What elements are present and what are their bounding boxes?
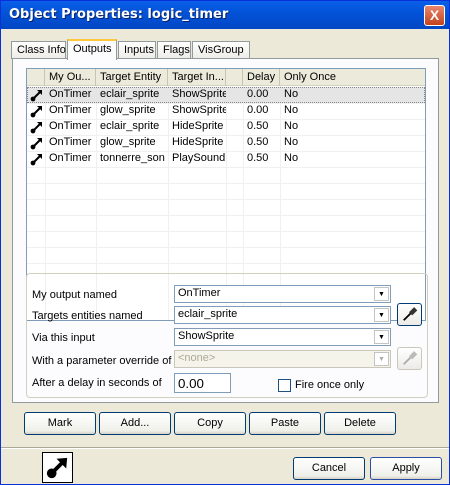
output-value: OnTimer: [178, 287, 221, 299]
outputs-panel: My Ou... Target Entity Target In... Dela…: [12, 58, 439, 403]
row-input: PlaySound: [172, 152, 226, 164]
row-output: OnTimer: [49, 104, 92, 116]
chevron-down-icon[interactable]: ▼: [374, 352, 389, 366]
mark-button[interactable]: Mark: [24, 412, 96, 435]
pick-target-button[interactable]: [397, 303, 422, 326]
header-icon-column: [27, 69, 45, 86]
row-output: OnTimer: [49, 88, 92, 100]
output-combo[interactable]: OnTimer ▼: [174, 285, 391, 303]
row-input: ShowSprite: [172, 88, 226, 100]
header-my-output[interactable]: My Ou...: [45, 69, 96, 86]
row-target: tonnerre_son: [100, 152, 165, 164]
row-output: OnTimer: [49, 120, 92, 132]
input-combo[interactable]: ShowSprite ▼: [174, 328, 391, 346]
properties-window: Object Properties: logic_timer X Class I…: [0, 0, 450, 485]
apply-button[interactable]: Apply: [370, 457, 442, 480]
tab-outputs[interactable]: Outputs: [67, 39, 117, 60]
delay-input[interactable]: [174, 373, 231, 393]
fire-once-label: Fire once only: [295, 379, 365, 391]
row-once: No: [284, 136, 299, 148]
row-delay: 0.00: [247, 88, 269, 100]
cancel-button[interactable]: Cancel: [293, 457, 365, 480]
table-row[interactable]: OnTimer eclair_sprite HideSprite 0.50 No: [27, 119, 425, 135]
header-spacer: [226, 69, 243, 86]
row-once: No: [284, 152, 299, 164]
param-label: With a parameter override of: [32, 355, 172, 367]
param-combo[interactable]: <none> ▼: [174, 350, 391, 368]
row-once: No: [284, 120, 299, 132]
tab-class-info[interactable]: Class Info: [11, 41, 66, 59]
row-delay: 0.00: [247, 104, 269, 116]
output-arrow-icon: [30, 138, 42, 150]
eyedropper-icon: [403, 307, 418, 321]
row-delay: 0.50: [247, 120, 269, 132]
row-delay: 0.50: [247, 136, 269, 148]
row-target: glow_sprite: [100, 104, 156, 116]
delete-button[interactable]: Delete: [324, 412, 396, 435]
tab-flags[interactable]: Flags: [157, 41, 191, 59]
table-row[interactable]: OnTimer eclair_sprite ShowSprite 0.00 No: [27, 87, 425, 103]
row-output: OnTimer: [49, 152, 92, 164]
header-target-entity[interactable]: Target Entity: [96, 69, 168, 86]
window-title: Object Properties: logic_timer: [9, 7, 229, 22]
fire-once-checkbox[interactable]: [278, 379, 291, 392]
pick-param-button[interactable]: [397, 347, 422, 370]
table-row[interactable]: OnTimer tonnerre_son PlaySound 0.50 No: [27, 151, 425, 167]
delay-label: After a delay in seconds of: [32, 377, 162, 389]
close-button[interactable]: X: [424, 5, 445, 26]
chevron-down-icon[interactable]: ▼: [374, 287, 389, 301]
output-editor: My output named OnTimer ▼ Targets entiti…: [26, 273, 428, 398]
chevron-down-icon[interactable]: ▼: [374, 330, 389, 344]
chevron-down-icon[interactable]: ▼: [374, 308, 389, 322]
header-only-once[interactable]: Only Once: [280, 69, 425, 86]
table-row[interactable]: OnTimer glow_sprite HideSprite 0.50 No: [27, 135, 425, 151]
row-target: glow_sprite: [100, 136, 156, 148]
row-target: eclair_sprite: [100, 120, 160, 132]
input-label: Via this input: [32, 332, 95, 344]
row-input: HideSprite: [172, 120, 224, 132]
add-button[interactable]: Add...: [99, 412, 171, 435]
list-header: My Ou... Target Entity Target In... Dela…: [27, 69, 425, 86]
output-label: My output named: [32, 289, 117, 301]
tab-visgroup[interactable]: VisGroup: [192, 41, 250, 59]
tab-inputs[interactable]: Inputs: [118, 41, 156, 59]
row-once: No: [284, 104, 299, 116]
output-arrow-icon: [30, 154, 42, 166]
paste-button[interactable]: Paste: [249, 412, 321, 435]
row-delay: 0.50: [247, 152, 269, 164]
output-arrow-icon: [30, 122, 42, 134]
title-bar[interactable]: Object Properties: logic_timer X: [1, 1, 449, 29]
output-arrow-icon: [42, 452, 73, 483]
output-arrow-icon: [30, 106, 42, 118]
targets-label: Targets entities named: [32, 310, 143, 322]
eyedropper-icon: [403, 351, 418, 365]
copy-button[interactable]: Copy: [174, 412, 246, 435]
header-target-input[interactable]: Target In...: [168, 69, 226, 86]
row-target: eclair_sprite: [100, 88, 160, 100]
input-value: ShowSprite: [178, 330, 235, 342]
separator: [1, 447, 449, 449]
header-delay[interactable]: Delay: [243, 69, 280, 86]
targets-combo[interactable]: eclair_sprite ▼: [174, 306, 391, 324]
row-input: HideSprite: [172, 136, 224, 148]
table-row[interactable]: OnTimer glow_sprite ShowSprite 0.00 No: [27, 103, 425, 119]
row-once: No: [284, 88, 299, 100]
targets-value: eclair_sprite: [178, 308, 238, 320]
row-output: OnTimer: [49, 136, 92, 148]
output-arrow-icon: [30, 90, 42, 102]
row-input: ShowSprite: [172, 104, 226, 116]
param-value: <none>: [178, 352, 216, 364]
